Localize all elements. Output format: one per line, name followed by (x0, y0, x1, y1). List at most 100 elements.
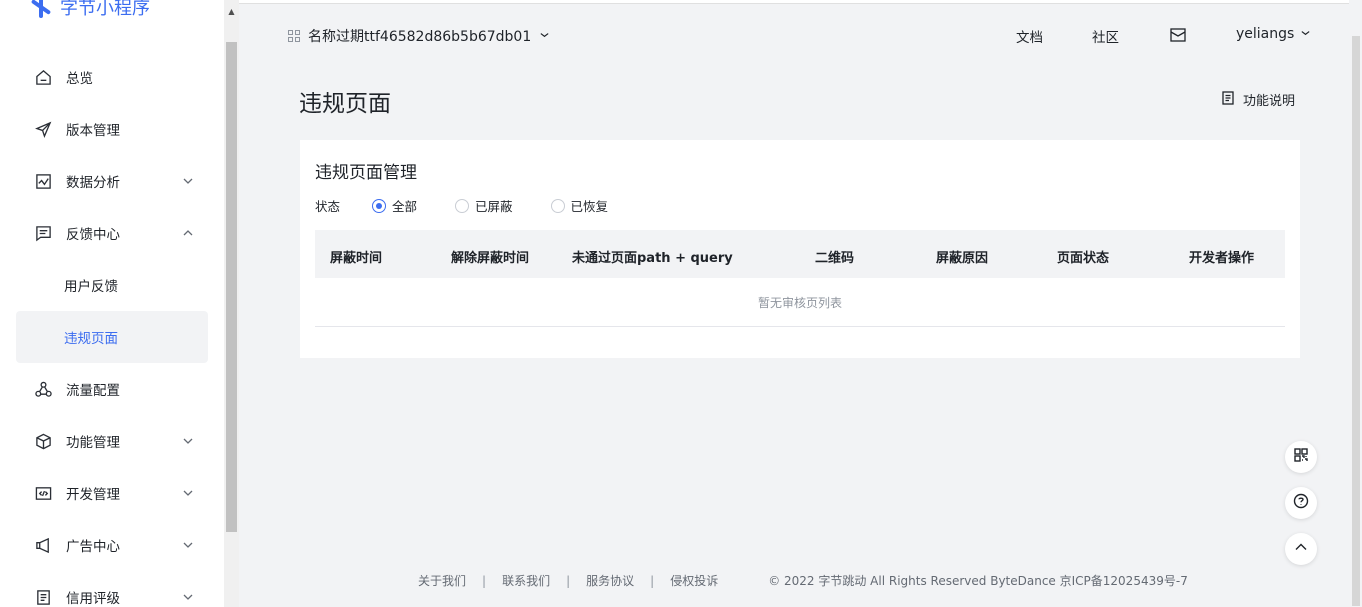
status-filter: 状态 全部 已屏蔽 已恢复 (315, 196, 646, 215)
status-radio-all[interactable]: 全部 (372, 196, 417, 215)
sidebar-scrollbar[interactable]: ▲ (224, 0, 239, 607)
document-icon (1221, 90, 1235, 109)
table-empty-state: 暂无审核页列表 (315, 278, 1285, 327)
sidebar-item-label: 总览 (66, 71, 93, 87)
sidebar-item-label: 功能管理 (66, 435, 120, 451)
document-icon (34, 588, 52, 606)
footer-separator: | (482, 573, 487, 588)
sidebar-item-feedback[interactable]: 反馈中心 (16, 207, 208, 259)
qrcode-button[interactable] (1285, 441, 1317, 473)
docs-link[interactable]: 文档 (1016, 26, 1043, 46)
sidebar-item-analytics[interactable]: 数据分析 (16, 155, 208, 207)
megaphone-icon (34, 536, 52, 554)
sidebar-item-overview[interactable]: 总览 (16, 51, 208, 103)
code-icon (34, 484, 52, 502)
column-header-qrcode: 二维码 (815, 251, 855, 266)
radio-unchecked-icon (455, 198, 470, 213)
sidebar-item-credit[interactable]: 信用评级 (16, 571, 208, 607)
radio-checked-icon (372, 198, 387, 213)
page-scrollbar[interactable] (1349, 0, 1362, 607)
help-button[interactable] (1285, 487, 1317, 519)
username: yeliangs (1236, 26, 1295, 42)
app-name: 名称过期ttf46582d86b5b67db01 (308, 29, 532, 45)
top-header: 名称过期ttf46582d86b5b67db01 文档 社区 yeliangs (239, 4, 1349, 68)
cube-icon (34, 432, 52, 450)
app-grid-icon (288, 30, 300, 42)
sidebar-item-label: 开发管理 (66, 487, 120, 503)
chevron-down-icon (182, 487, 194, 499)
user-menu[interactable]: yeliangs (1236, 26, 1311, 42)
footer-link-terms[interactable]: 服务协议 (586, 572, 634, 589)
home-icon (34, 68, 52, 86)
footer-link-contact[interactable]: 联系我们 (502, 572, 550, 589)
page-title: 违规页面 (299, 91, 391, 117)
status-radio-restored[interactable]: 已恢复 (550, 196, 609, 215)
community-link[interactable]: 社区 (1092, 26, 1119, 46)
qrcode-icon (1293, 447, 1309, 467)
back-to-top-button[interactable] (1285, 533, 1317, 565)
footer-copyright: © 2022 字节跳动 All Rights Reserved ByteDanc… (768, 574, 1188, 588)
sidebar-item-features[interactable]: 功能管理 (16, 415, 208, 467)
sidebar-item-label: 流量配置 (66, 383, 120, 399)
brand-logo[interactable]: 字节小程序 (30, 0, 150, 20)
bytedance-logo-icon (30, 0, 52, 18)
sidebar-item-label: 版本管理 (66, 123, 120, 139)
radio-unchecked-icon (550, 198, 565, 213)
sidebar-item-violation-pages[interactable]: 违规页面 (16, 311, 208, 363)
sidebar-nav: 总览 版本管理 数据分析 反馈中心 用户反馈 违规页面 流量配置 功能管理 开发… (16, 51, 208, 607)
chevron-up-icon (182, 227, 194, 239)
sidebar-item-label: 违规页面 (64, 331, 118, 347)
chevron-down-icon (1300, 26, 1311, 42)
question-icon (1293, 493, 1309, 513)
status-filter-label: 状态 (315, 199, 341, 214)
column-header-developer-actions: 开发者操作 (1189, 251, 1255, 266)
footer-separator: | (566, 573, 571, 588)
scrollbar-thumb[interactable] (226, 42, 237, 532)
status-radio-blocked[interactable]: 已屏蔽 (455, 196, 513, 215)
violation-pages-card: 违规页面管理 状态 全部 已屏蔽 已恢复 屏蔽时间 解除屏蔽时间 未通过页面pa… (300, 140, 1300, 358)
footer-link-infringement[interactable]: 侵权投诉 (670, 572, 718, 589)
sidebar-item-label: 广告中心 (66, 539, 120, 555)
footer-link-about[interactable]: 关于我们 (418, 572, 466, 589)
table-header: 屏蔽时间 解除屏蔽时间 未通过页面path + query 二维码 屏蔽原因 页… (315, 230, 1285, 278)
chevron-down-icon (182, 539, 194, 551)
sidebar: 字节小程序 总览 版本管理 数据分析 反馈中心 用户反馈 违规页面 流量配置 功… (0, 0, 224, 607)
column-header-blocked-time: 屏蔽时间 (330, 251, 383, 266)
column-header-page-status: 页面状态 (1057, 251, 1110, 266)
chevron-down-icon (182, 435, 194, 447)
sidebar-item-ads[interactable]: 广告中心 (16, 519, 208, 571)
mail-icon[interactable] (1170, 28, 1186, 42)
page-scrollbar-thumb[interactable] (1352, 36, 1360, 606)
traffic-icon (34, 380, 52, 398)
send-icon (34, 120, 52, 138)
radio-label: 已屏蔽 (475, 199, 513, 214)
sidebar-item-label: 用户反馈 (64, 279, 118, 295)
radio-label: 已恢复 (570, 199, 609, 214)
card-title: 违规页面管理 (315, 163, 417, 183)
sidebar-item-label: 信用评级 (66, 591, 120, 607)
footer-separator: | (650, 573, 655, 588)
chart-icon (34, 172, 52, 190)
scroll-up-arrow-icon[interactable]: ▲ (224, 4, 239, 18)
chevron-down-icon (182, 175, 194, 187)
sidebar-item-traffic[interactable]: 流量配置 (16, 363, 208, 415)
app-switcher[interactable]: 名称过期ttf46582d86b5b67db01 (288, 26, 550, 46)
footer: 关于我们 | 联系我们 | 服务协议 | 侵权投诉 © 2022 字节跳动 Al… (418, 572, 1188, 589)
sidebar-item-label: 数据分析 (66, 175, 120, 191)
chevron-down-icon (182, 591, 194, 603)
column-header-block-reason: 屏蔽原因 (936, 251, 989, 266)
sidebar-item-user-feedback[interactable]: 用户反馈 (16, 259, 208, 311)
column-header-page-path: 未通过页面path + query (572, 251, 733, 266)
sidebar-item-versions[interactable]: 版本管理 (16, 103, 208, 155)
sidebar-item-label: 反馈中心 (66, 227, 120, 243)
feature-help-link[interactable]: 功能说明 (1221, 90, 1295, 109)
radio-label: 全部 (392, 199, 418, 214)
violation-pages-table: 屏蔽时间 解除屏蔽时间 未通过页面path + query 二维码 屏蔽原因 页… (315, 230, 1285, 327)
chevron-up-icon (1293, 539, 1309, 559)
message-icon (34, 224, 52, 242)
brand-logo-text: 字节小程序 (60, 0, 150, 19)
feature-help-label: 功能说明 (1243, 94, 1296, 109)
sidebar-item-development[interactable]: 开发管理 (16, 467, 208, 519)
column-header-unblock-time: 解除屏蔽时间 (451, 251, 530, 266)
chevron-down-icon (539, 28, 550, 44)
